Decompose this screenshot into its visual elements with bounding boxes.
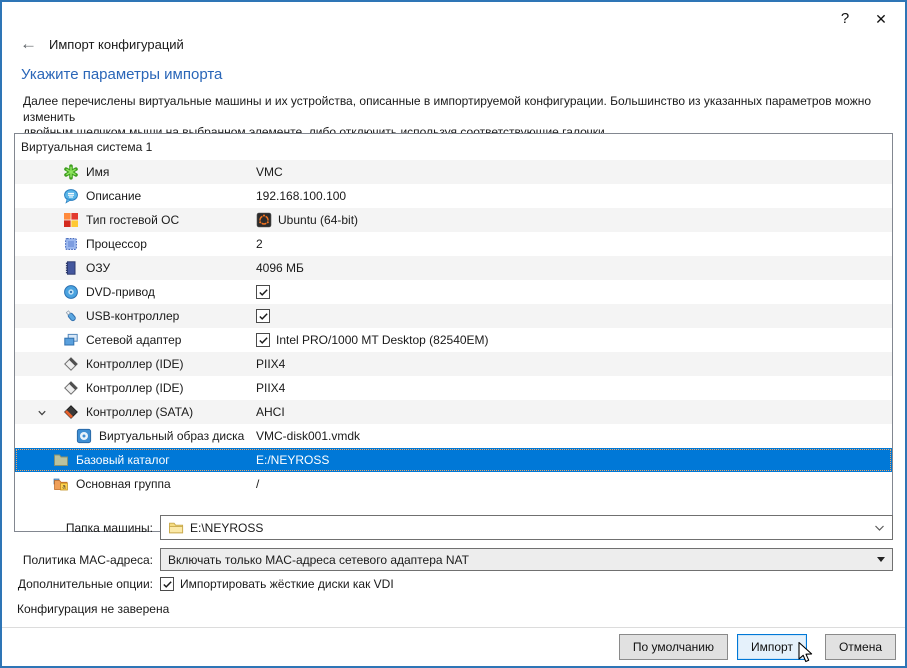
close-button[interactable]: ✕ [867, 7, 895, 31]
row-value: 4096 МБ [256, 256, 304, 280]
row-label: Контроллер (SATA) [86, 400, 193, 424]
row-label: Тип гостевой ОС [86, 208, 179, 232]
import-button[interactable]: Импорт [737, 634, 807, 660]
cancel-button[interactable]: Отмена [825, 634, 896, 660]
dialog-title: Импорт конфигураций [49, 37, 184, 52]
row-label: Основная группа [76, 472, 171, 496]
additional-options-field: Дополнительные опции: Импортировать жёст… [15, 577, 394, 591]
mac-policy-dropdown[interactable]: Включать только MAC-адреса сетевого адап… [160, 548, 893, 571]
row-ide-controller-2[interactable]: Контроллер (IDE) PIIX4 [15, 376, 892, 400]
dropdown-arrow-icon [877, 557, 885, 562]
status-note: Конфигурация не заверена [17, 602, 169, 616]
row-label: Имя [86, 160, 109, 184]
folder-icon [168, 520, 184, 536]
row-base-folder[interactable]: Базовый каталог E:/NEYROSS [15, 448, 892, 472]
os-type-icon [63, 212, 79, 228]
additional-options-label: Дополнительные опции: [15, 577, 160, 591]
ram-icon [63, 260, 79, 276]
ide-controller-icon [63, 356, 79, 372]
row-ram[interactable]: ОЗУ 4096 МБ [15, 256, 892, 280]
chevron-down-icon[interactable] [37, 407, 47, 417]
appliance-settings-table: Виртуальная система 1 Имя VMC Описание 1… [14, 133, 893, 532]
machine-folder-value: E:\NEYROSS [190, 521, 263, 535]
ubuntu-icon [256, 212, 272, 228]
page-title: Укажите параметры импорта [21, 66, 222, 83]
usb-icon [63, 308, 79, 324]
machine-folder-combobox[interactable]: E:\NEYROSS [160, 515, 893, 540]
row-name[interactable]: Имя VMC [15, 160, 892, 184]
dvd-icon [63, 284, 79, 300]
row-value: PIIX4 [256, 376, 285, 400]
cpu-icon [63, 236, 79, 252]
row-value: 2 [256, 232, 263, 256]
row-value: Ubuntu (64-bit) [278, 213, 358, 227]
group-icon: a [53, 476, 69, 492]
combo-chevron-down-icon[interactable] [874, 521, 885, 535]
row-description[interactable]: Описание 192.168.100.100 [15, 184, 892, 208]
row-label: ОЗУ [86, 256, 110, 280]
network-icon [63, 332, 79, 348]
row-value: Intel PRO/1000 MT Desktop (82540EM) [276, 333, 489, 347]
machine-folder-label: Папка машины: [15, 521, 160, 535]
virtual-system-header: Виртуальная система 1 [15, 134, 892, 160]
row-value: E:/NEYROSS [256, 448, 329, 472]
machine-folder-field: Папка машины: E:\NEYROSS [15, 515, 893, 540]
base-folder-icon [53, 452, 69, 468]
description-icon [63, 188, 79, 204]
usb-checkbox[interactable] [256, 309, 270, 323]
row-label: Виртуальный образ диска [99, 424, 244, 448]
mac-policy-field: Политика MAC-адреса: Включать только MAC… [15, 548, 893, 571]
row-value: AHCI [256, 400, 285, 424]
description-line-1: Далее перечислены виртуальные машины и и… [23, 94, 891, 125]
row-usb-controller[interactable]: USB-контроллер [15, 304, 892, 328]
row-value: VMC [256, 160, 283, 184]
sata-controller-icon [63, 404, 79, 420]
import-vdi-label: Импортировать жёсткие диски как VDI [180, 577, 394, 591]
import-vdi-checkbox[interactable] [160, 577, 174, 591]
row-label: Контроллер (IDE) [86, 352, 184, 376]
row-os-type[interactable]: Тип гостевой ОС Ubuntu (64-bit) [15, 208, 892, 232]
row-ide-controller-1[interactable]: Контроллер (IDE) PIIX4 [15, 352, 892, 376]
help-button[interactable]: ? [831, 7, 859, 31]
row-value: VMC-disk001.vmdk [256, 424, 360, 448]
dvd-checkbox[interactable] [256, 285, 270, 299]
name-icon [63, 164, 79, 180]
row-value: / [256, 472, 259, 496]
defaults-button[interactable]: По умолчанию [619, 634, 728, 660]
row-label: Сетевой адаптер [86, 328, 181, 352]
breadcrumb: ← Импорт конфигураций [20, 36, 184, 52]
row-sata-controller[interactable]: Контроллер (SATA) AHCI [15, 400, 892, 424]
row-label: DVD-привод [86, 280, 155, 304]
row-network-adapter[interactable]: Сетевой адаптер Intel PRO/1000 MT Deskto… [15, 328, 892, 352]
network-checkbox[interactable] [256, 333, 270, 347]
footer-bar: По умолчанию Импорт Отмена [2, 627, 905, 666]
row-label: Описание [86, 184, 141, 208]
import-appliance-dialog: ? ✕ ← Импорт конфигураций Укажите параме… [0, 0, 907, 668]
disk-image-icon [76, 428, 92, 444]
row-label: USB-контроллер [86, 304, 179, 328]
mac-policy-value: Включать только MAC-адреса сетевого адап… [168, 553, 469, 567]
row-disk-image[interactable]: Виртуальный образ диска VMC-disk001.vmdk [15, 424, 892, 448]
row-cpu[interactable]: Процессор 2 [15, 232, 892, 256]
mac-policy-label: Политика MAC-адреса: [15, 553, 160, 567]
row-label: Базовый каталог [76, 448, 170, 472]
row-dvd-drive[interactable]: DVD-привод [15, 280, 892, 304]
row-value: PIIX4 [256, 352, 285, 376]
row-label: Контроллер (IDE) [86, 376, 184, 400]
back-arrow-icon[interactable]: ← [20, 36, 37, 52]
row-value: 192.168.100.100 [256, 184, 346, 208]
row-label: Процессор [86, 232, 147, 256]
ide-controller-icon [63, 380, 79, 396]
row-primary-group[interactable]: a Основная группа / [15, 472, 892, 496]
